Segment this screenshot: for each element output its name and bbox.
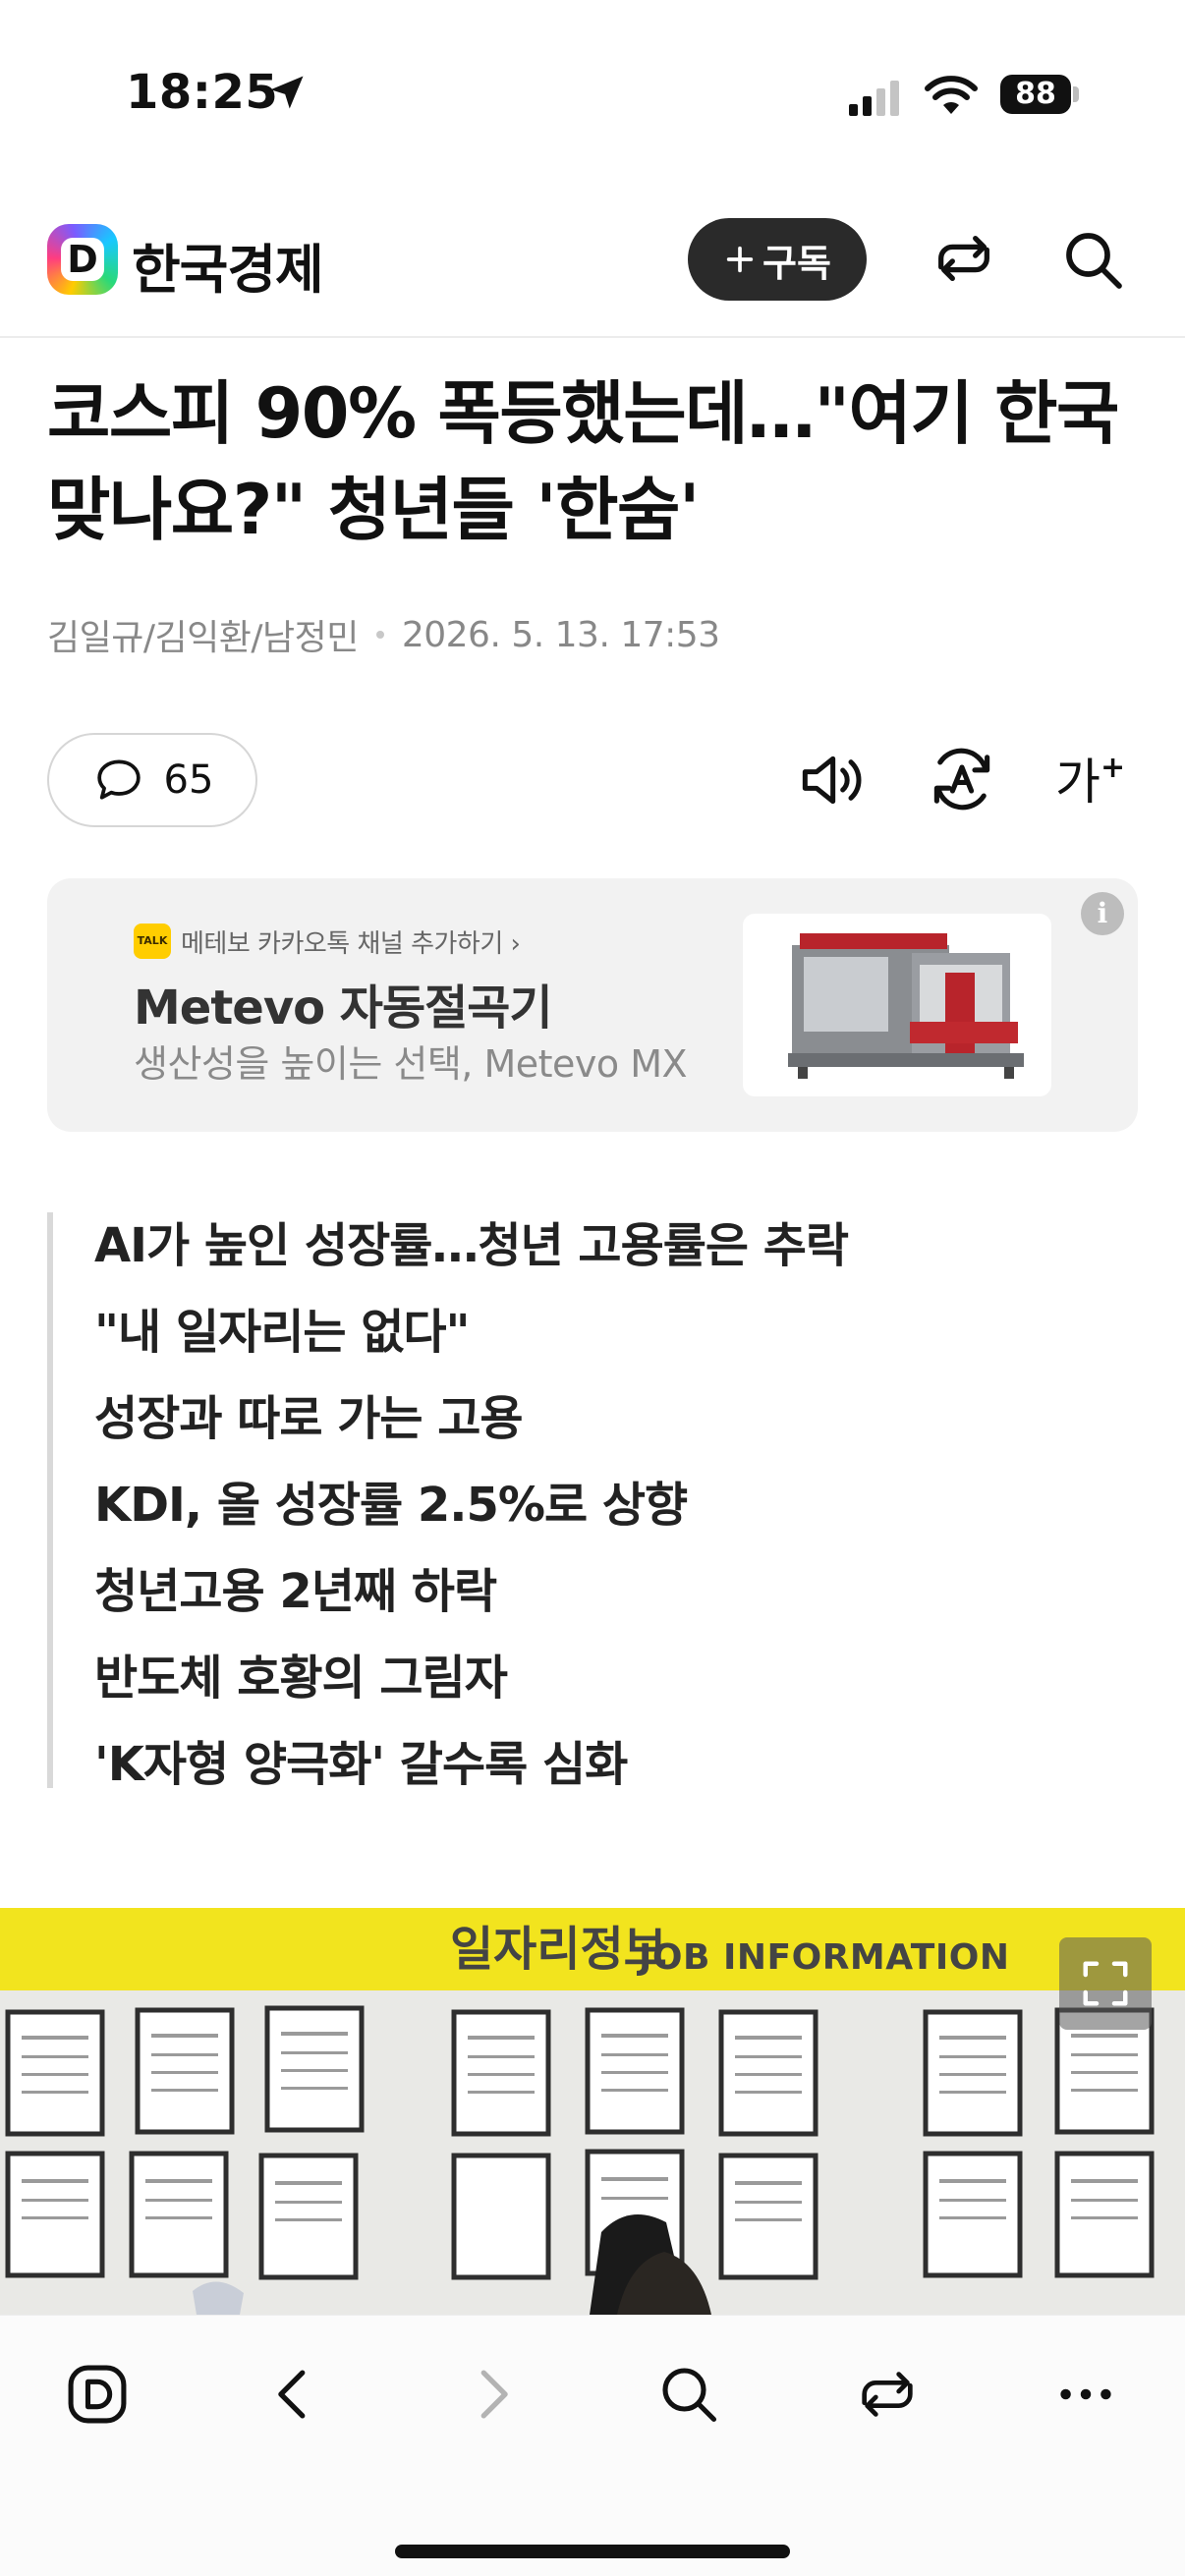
summary-item: 청년고용 2년째 하락 [94, 1564, 497, 1619]
plus-icon [726, 246, 754, 273]
summary-quote-bar [47, 1212, 53, 1788]
speaker-icon[interactable] [792, 741, 871, 819]
photo-sign-korean: 일자리정보 [450, 1922, 667, 1977]
toolbar-search-button[interactable] [645, 2350, 733, 2438]
daum-logo-letter: D [61, 238, 104, 281]
ad-channel-link[interactable]: 메테보 카카오톡 채널 추가하기 › [181, 924, 521, 960]
location-arrow-icon [270, 76, 304, 109]
battery-tip [1073, 86, 1079, 102]
header-divider [0, 336, 1185, 338]
wifi-icon [925, 76, 978, 114]
summary-item: 성장과 따로 가는 고용 [94, 1391, 524, 1446]
search-icon [662, 2368, 717, 2423]
comment-count: 65 [163, 757, 214, 803]
daum-icon [68, 2365, 127, 2424]
forward-button[interactable] [448, 2350, 536, 2438]
share-icon [862, 2372, 913, 2417]
bottom-toolbar [0, 2315, 1185, 2576]
font-size-label: 가 [1055, 754, 1100, 811]
cellular-signal-icon [849, 81, 899, 116]
subscribe-label: 구독 [762, 241, 831, 285]
plus-superscript-icon: + [1100, 751, 1126, 785]
article-date: 2026. 5. 13. 17:53 [401, 614, 720, 655]
summary-item: 반도체 호황의 그림자 [94, 1651, 508, 1706]
machine-image [788, 933, 1024, 1079]
share-icon[interactable] [930, 224, 998, 293]
home-indicator[interactable] [395, 2545, 790, 2558]
more-icon [1060, 2388, 1111, 2400]
forward-icon [480, 2370, 508, 2419]
daum-home-button[interactable] [53, 2350, 141, 2438]
ad-description: 생산성을 높이는 선택, Metevo MX [134, 1042, 688, 1086]
ad-image[interactable] [743, 914, 1051, 1096]
status-time: 18:25 [126, 65, 279, 120]
font-size-button[interactable]: 가+ [1055, 743, 1125, 813]
toolbar-share-button[interactable] [843, 2350, 931, 2438]
expand-icon [1083, 1961, 1128, 2006]
byline: 김일규/김익환/남정민 2026. 5. 13. 17:53 [47, 609, 720, 660]
back-icon [278, 2370, 306, 2419]
back-button[interactable] [250, 2350, 338, 2438]
article-title: 코스피 90% 폭등했는데…"여기 한국 맞나요?" 청년들 '한숨' [47, 373, 1119, 550]
kakao-talk-icon: TALK [134, 924, 171, 959]
search-icon[interactable] [1057, 224, 1128, 295]
summary-item: "내 일자리는 없다" [94, 1305, 471, 1360]
photo-sign-english: JOB INFORMATION [639, 1937, 1010, 1978]
ad-info-icon[interactable]: i [1081, 892, 1124, 935]
comment-button[interactable]: 65 [47, 733, 257, 827]
more-button[interactable] [1042, 2350, 1130, 2438]
battery-indicator: 88 [1000, 75, 1071, 114]
publisher-name[interactable]: 한국경제 [132, 226, 324, 304]
comment-icon [96, 759, 141, 800]
fullscreen-button[interactable] [1059, 1937, 1152, 2030]
article-authors: 김일규/김익환/남정민 [47, 618, 359, 658]
translate-icon[interactable] [922, 739, 1002, 819]
summary-item: KDI, 올 성장률 2.5%로 상향 [94, 1478, 688, 1533]
article-summary: AI가 높인 성장률…청년 고용률은 추락 "내 일자리는 없다" 성장과 따로… [94, 1206, 849, 1812]
summary-item: 'K자형 양극화' 갈수록 심화 [94, 1737, 628, 1792]
subscribe-button[interactable]: 구독 [688, 218, 867, 301]
ad-title[interactable]: Metevo 자동절곡기 [134, 969, 553, 1037]
summary-item: AI가 높인 성장률…청년 고용률은 추락 [94, 1218, 849, 1273]
byline-separator [375, 631, 384, 639]
